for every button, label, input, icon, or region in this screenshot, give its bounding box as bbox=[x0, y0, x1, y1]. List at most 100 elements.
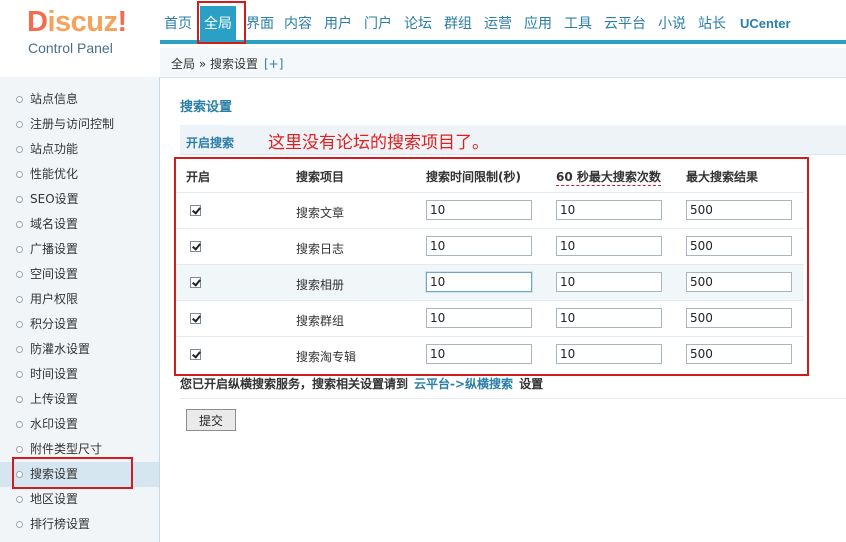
max-per-60s-input[interactable] bbox=[556, 344, 662, 364]
nav-global[interactable]: 全局 bbox=[200, 6, 236, 44]
top-nav: 首页 全局 界面 内容 用户 门户 论坛 群组 运营 应用 工具 云平台 小说 … bbox=[160, 0, 846, 44]
sidebar: 站点信息 注册与访问控制 站点功能 性能优化 SEO设置 域名设置 广播设置 空… bbox=[0, 77, 160, 542]
cloud-search-note: 您已开启纵横搜索服务，搜索相关设置请到 云平台->纵横搜索 设置 bbox=[180, 375, 543, 392]
bullet-icon bbox=[16, 171, 23, 178]
nav-users[interactable]: 用户 bbox=[324, 12, 352, 36]
nav-tools[interactable]: 工具 bbox=[564, 12, 592, 36]
enable-checkbox[interactable] bbox=[190, 241, 201, 252]
row-label: 搜索文章 bbox=[296, 206, 345, 220]
breadcrumb-bar: 全局 » 搜索设置 [+] bbox=[160, 48, 846, 78]
time-limit-input[interactable] bbox=[426, 308, 532, 328]
sidebar-item-seo[interactable]: SEO设置 bbox=[0, 187, 159, 212]
bullet-icon bbox=[16, 421, 23, 428]
sidebar-item-site-features[interactable]: 站点功能 bbox=[0, 137, 159, 162]
note-suffix: 设置 bbox=[519, 377, 544, 391]
add-to-menu-link[interactable]: [+] bbox=[264, 57, 283, 71]
sidebar-item-broadcast[interactable]: 广播设置 bbox=[0, 237, 159, 262]
sidebar-item-search-settings[interactable]: 搜索设置 bbox=[0, 462, 159, 487]
bullet-icon bbox=[16, 346, 23, 353]
time-limit-input[interactable] bbox=[426, 272, 532, 292]
sidebar-item-site-info[interactable]: 站点信息 bbox=[0, 87, 159, 112]
table-row: 搜索淘专辑 bbox=[174, 336, 804, 372]
nav-apps[interactable]: 应用 bbox=[524, 12, 552, 36]
bullet-icon bbox=[16, 521, 23, 528]
header-time-limit: 搜索时间限制(秒) bbox=[426, 170, 521, 184]
max-per-60s-input[interactable] bbox=[556, 200, 662, 220]
sidebar-item-watermark[interactable]: 水印设置 bbox=[0, 412, 159, 437]
nav-portal[interactable]: 门户 bbox=[364, 12, 392, 36]
logo-wordmark: Discuz! bbox=[27, 6, 127, 38]
nav-webmaster[interactable]: 站长 bbox=[698, 12, 726, 36]
row-label: 搜索群组 bbox=[296, 314, 345, 328]
row-label: 搜索淘专辑 bbox=[296, 350, 357, 364]
table-row: 搜索相册 bbox=[174, 264, 804, 300]
sidebar-item-credits[interactable]: 积分设置 bbox=[0, 312, 159, 337]
nav-cloud[interactable]: 云平台 bbox=[604, 12, 646, 36]
header-item: 搜索项目 bbox=[296, 170, 345, 184]
max-per-60s-input[interactable] bbox=[556, 308, 662, 328]
sidebar-item-domain[interactable]: 域名设置 bbox=[0, 212, 159, 237]
nav-ucenter[interactable]: UCenter bbox=[740, 12, 791, 36]
time-limit-input[interactable] bbox=[426, 200, 532, 220]
nav-interface[interactable]: 界面 bbox=[246, 12, 274, 36]
table-row: 搜索日志 bbox=[174, 228, 804, 264]
header-max-results: 最大搜索结果 bbox=[686, 170, 759, 184]
bullet-icon bbox=[16, 146, 23, 153]
cloud-search-link[interactable]: 云平台->纵横搜索 bbox=[414, 377, 513, 391]
note-prefix: 您已开启纵横搜索服务，搜索相关设置请到 bbox=[180, 377, 409, 391]
nav-home[interactable]: 首页 bbox=[164, 12, 192, 36]
time-limit-input[interactable] bbox=[426, 236, 532, 256]
bullet-icon bbox=[16, 446, 23, 453]
sidebar-item-space[interactable]: 空间设置 bbox=[0, 262, 159, 287]
bullet-icon bbox=[16, 371, 23, 378]
row-label: 搜索相册 bbox=[296, 278, 345, 292]
max-per-60s-input[interactable] bbox=[556, 272, 662, 292]
max-results-input[interactable] bbox=[686, 236, 792, 256]
max-results-input[interactable] bbox=[686, 344, 792, 364]
bullet-icon bbox=[16, 471, 23, 478]
bullet-icon bbox=[16, 121, 23, 128]
row-label: 搜索日志 bbox=[296, 242, 345, 256]
sidebar-item-upload[interactable]: 上传设置 bbox=[0, 387, 159, 412]
sidebar-item-performance[interactable]: 性能优化 bbox=[0, 162, 159, 187]
enable-checkbox[interactable] bbox=[190, 205, 201, 216]
enable-checkbox[interactable] bbox=[190, 313, 201, 324]
bullet-icon bbox=[16, 496, 23, 503]
sidebar-item-region[interactable]: 地区设置 bbox=[0, 487, 159, 512]
time-limit-input[interactable] bbox=[426, 344, 532, 364]
breadcrumb-text: 全局 » 搜索设置 bbox=[171, 57, 258, 71]
bullet-icon bbox=[16, 296, 23, 303]
submit-button[interactable]: 提交 bbox=[186, 409, 236, 431]
annotation-text: 这里没有论坛的搜索项目了。 bbox=[268, 133, 489, 153]
bullet-icon bbox=[16, 321, 23, 328]
breadcrumb: 全局 » 搜索设置 [+] bbox=[171, 55, 283, 72]
nav-content[interactable]: 内容 bbox=[284, 12, 312, 36]
sidebar-item-registration[interactable]: 注册与访问控制 bbox=[0, 112, 159, 137]
page-title: 搜索设置 bbox=[180, 100, 233, 115]
bullet-icon bbox=[16, 271, 23, 278]
enable-checkbox[interactable] bbox=[190, 349, 201, 360]
sidebar-item-time[interactable]: 时间设置 bbox=[0, 362, 159, 387]
sidebar-item-ranking[interactable]: 排行榜设置 bbox=[0, 512, 159, 537]
main-content: 搜索设置 开启搜索 这里没有论坛的搜索项目了。 开启 搜索项目 搜索时间限制(秒… bbox=[160, 78, 846, 542]
sidebar-item-anti-spam[interactable]: 防灌水设置 bbox=[0, 337, 159, 362]
max-results-input[interactable] bbox=[686, 272, 792, 292]
search-settings-table: 开启 搜索项目 搜索时间限制(秒) 60 秒最大搜索次数 最大搜索结果 搜索文章… bbox=[174, 158, 808, 457]
header-enabled: 开启 bbox=[186, 170, 211, 184]
max-results-input[interactable] bbox=[686, 200, 792, 220]
sidebar-item-user-permissions[interactable]: 用户权限 bbox=[0, 287, 159, 312]
enable-checkbox[interactable] bbox=[190, 277, 201, 288]
bullet-icon bbox=[16, 96, 23, 103]
bullet-icon bbox=[16, 396, 23, 403]
nav-groups[interactable]: 群组 bbox=[444, 12, 472, 36]
max-results-input[interactable] bbox=[686, 308, 792, 328]
table-row: 搜索文章 bbox=[174, 192, 804, 228]
nav-forum[interactable]: 论坛 bbox=[404, 12, 432, 36]
sidebar-item-attachment-types[interactable]: 附件类型尺寸 bbox=[0, 437, 159, 462]
bullet-icon bbox=[16, 246, 23, 253]
max-per-60s-input[interactable] bbox=[556, 236, 662, 256]
nav-operations[interactable]: 运营 bbox=[484, 12, 512, 36]
nav-novel[interactable]: 小说 bbox=[658, 12, 686, 36]
bullet-icon bbox=[16, 221, 23, 228]
table-row: 搜索群组 bbox=[174, 300, 804, 336]
